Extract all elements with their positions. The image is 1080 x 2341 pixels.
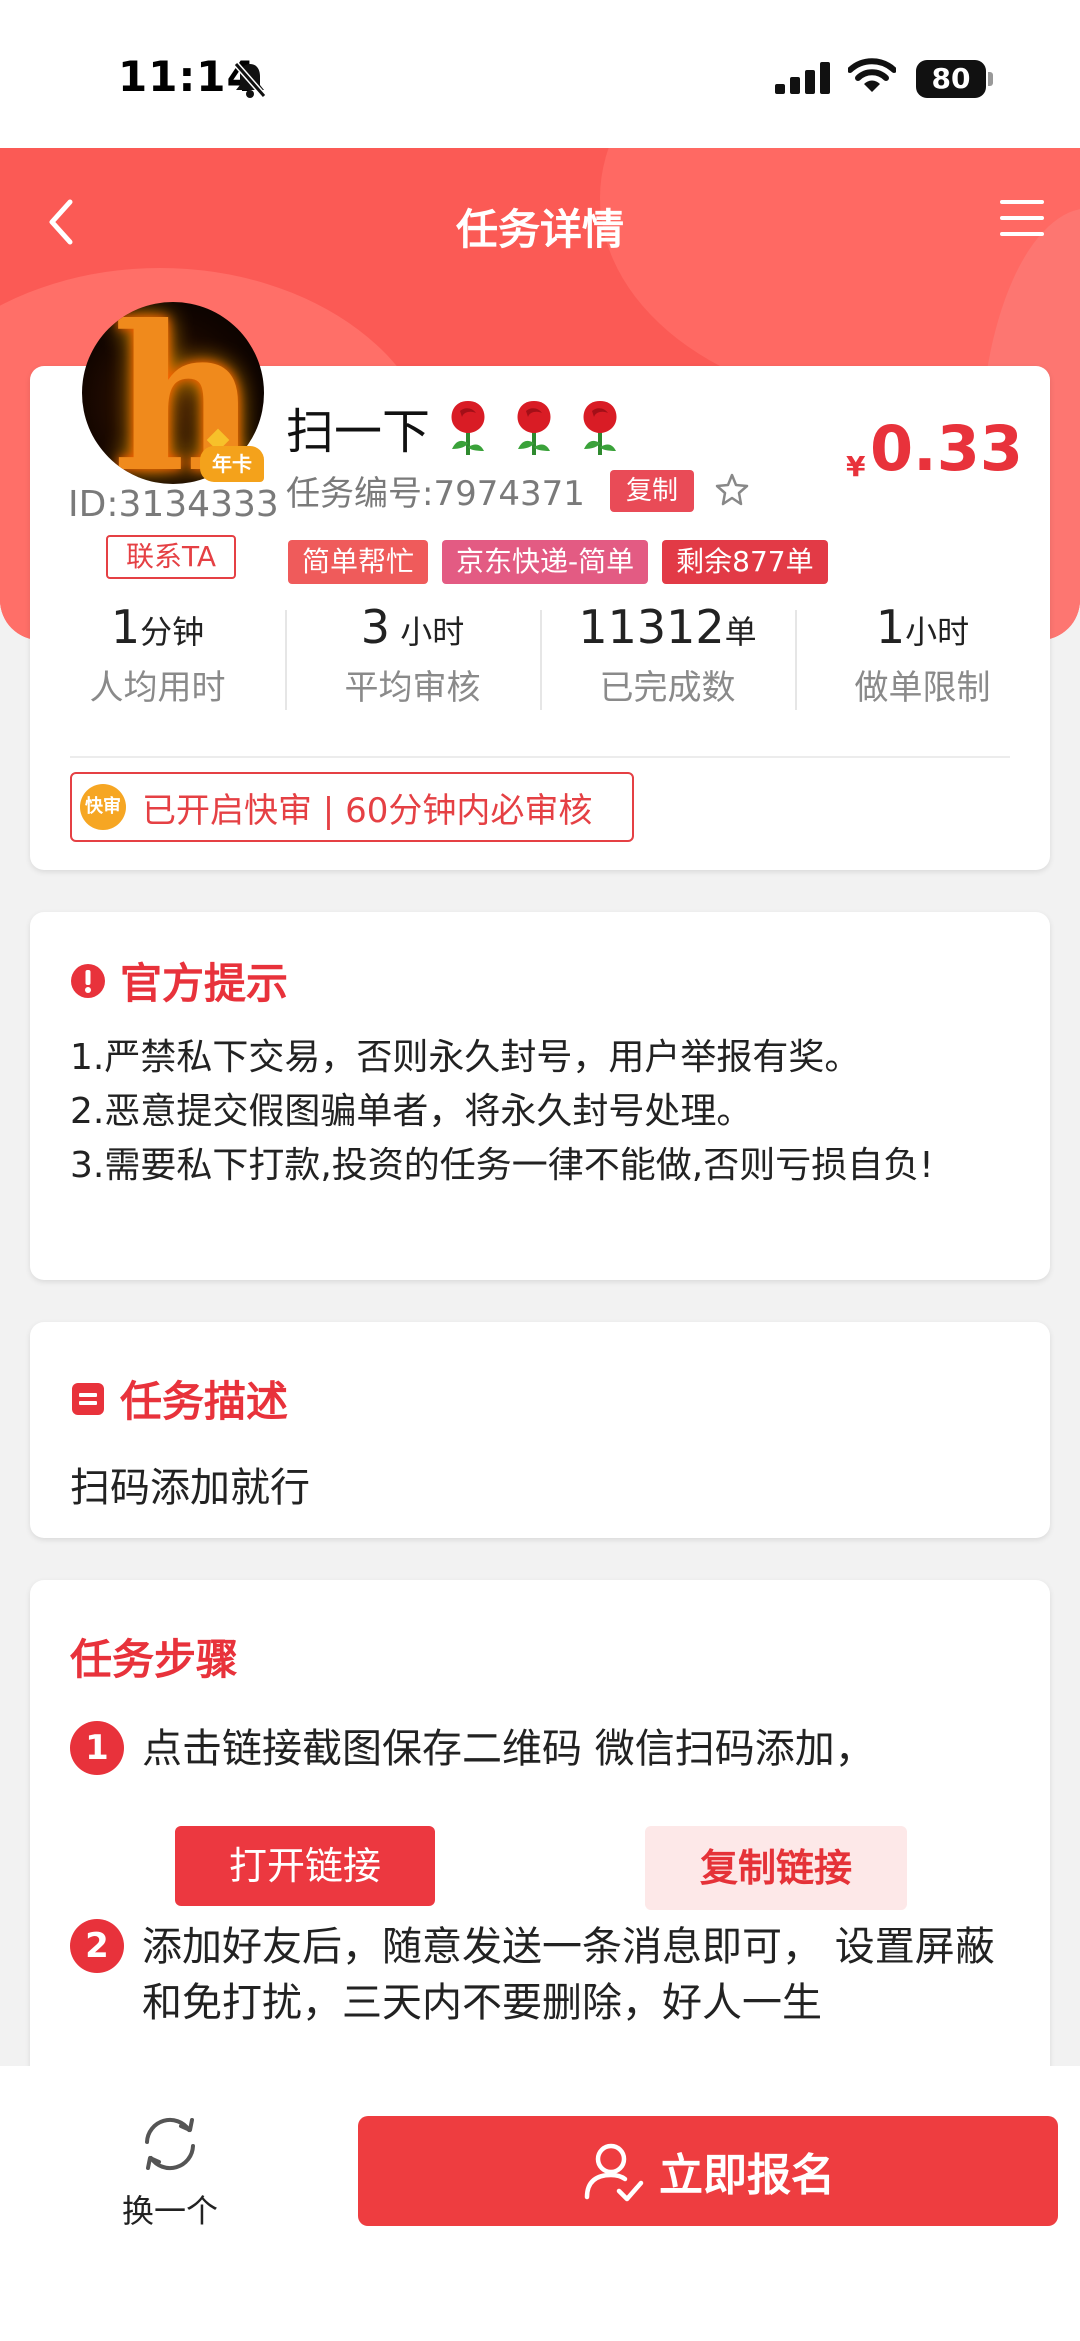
description-text: 扫码添加就行 [70,1465,310,1511]
copy-task-number-button[interactable]: 复制 [610,470,694,512]
task-number: 任务编号:7974371 [286,474,585,514]
notice-line: 2.恶意提交假图骗单者，将永久封号处理。 [70,1091,753,1132]
description-title: 任务描述 [120,1377,289,1426]
task-title-text: 扫一下 [286,404,431,460]
tag-remaining: 剩余877单 [662,540,828,584]
notice-line: 3.需要私下打款,投资的任务一律不能做,否则亏损自负! [70,1145,934,1186]
fast-review-icon: 快审 [80,784,126,830]
rose-icon [583,401,617,455]
stat-avg-review: 3 小时 平均审核 [285,600,540,720]
notice-title: 官方提示 [120,959,289,1008]
poster-id: ID:3134333 [68,484,279,525]
step-1: 1 点击链接截图保存二维码 微信扫码添加， [70,1721,1010,1777]
signup-button[interactable]: 立即报名 [358,2116,1058,2226]
user-icon [584,2143,644,2202]
divider [70,756,1010,758]
steps-title: 任务步骤 [70,1635,239,1684]
annual-card-badge: 年卡 [200,446,264,482]
step-text: 点击链接截图保存二维码 微信扫码添加， [142,1726,875,1772]
task-title: 扫一下 [286,392,628,462]
bell-muted-icon [233,62,267,98]
battery-nub [988,72,993,86]
page-title: 任务详情 [455,205,624,254]
step-number: 1 [70,1721,124,1775]
refresh-icon [145,2117,195,2171]
swap-task-button[interactable]: 换一个 [110,2112,230,2232]
notice-line: 1.严禁私下交易，否则永久封号，用户举报有奖。 [70,1037,861,1078]
signal-icon [775,62,830,94]
task-price: 0.33 [870,412,1023,485]
task-description-card: 任务描述 扫码添加就行 [30,1322,1050,1538]
price-currency: ¥ [846,450,866,483]
step-2: 2 添加好友后，随意发送一条消息即可， 设置屏蔽和免打扰，三天内不要删除，好人一… [70,1919,1020,2031]
tag-category: 简单帮忙 [288,540,429,584]
wifi-icon [848,58,896,92]
battery-indicator: 80 [916,60,986,98]
fast-review-text: 已开启快审 | 60分钟内必审核 [142,790,593,831]
favorite-star-icon[interactable] [714,472,750,508]
step-number: 2 [70,1919,124,1973]
stat-avg-time: 1分钟 人均用时 [89,600,226,708]
task-tags: 简单帮忙 京东快递-简单 剩余877单 [288,540,828,584]
status-bar: 11:14 80 [0,0,1080,148]
steps-heading: 任务步骤 [70,1626,1010,1687]
rose-icon [517,401,551,455]
rose-icon [451,401,485,455]
fast-review-banner: 快审 已开启快审 | 60分钟内必审核 [70,772,634,842]
notice-heading: 官方提示 [70,950,1010,1011]
copy-link-button[interactable]: 复制链接 [645,1826,907,1910]
official-notice-card: 官方提示 1.严禁私下交易，否则永久封号，用户举报有奖。 2.恶意提交假图骗单者… [30,912,1050,1280]
step-text: 添加好友后，随意发送一条消息即可， 设置屏蔽和免打扰，三天内不要删除，好人一生 [142,1924,995,2026]
swap-label: 换一个 [121,2192,218,2230]
notice-list: 1.严禁私下交易，否则永久封号，用户举报有奖。 2.恶意提交假图骗单者，将永久封… [70,1031,1010,1193]
stat-completed: 11312单 已完成数 [540,600,795,720]
contact-button[interactable]: 联系TA [106,535,236,579]
document-icon [72,1382,104,1415]
signup-label: 立即报名 [659,2150,835,2201]
exclamation-icon [71,963,105,998]
tag-type: 京东快递-简单 [442,540,649,584]
description-heading: 任务描述 [70,1368,1010,1429]
task-stats: 1分钟 人均用时 3 小时 平均审核 11312单 已完成数 1小时 做单限制 [30,600,1050,720]
stat-order-limit: 1小时 做单限制 [795,600,1050,720]
menu-icon[interactable] [1000,200,1044,240]
open-link-button[interactable]: 打开链接 [175,1826,435,1906]
